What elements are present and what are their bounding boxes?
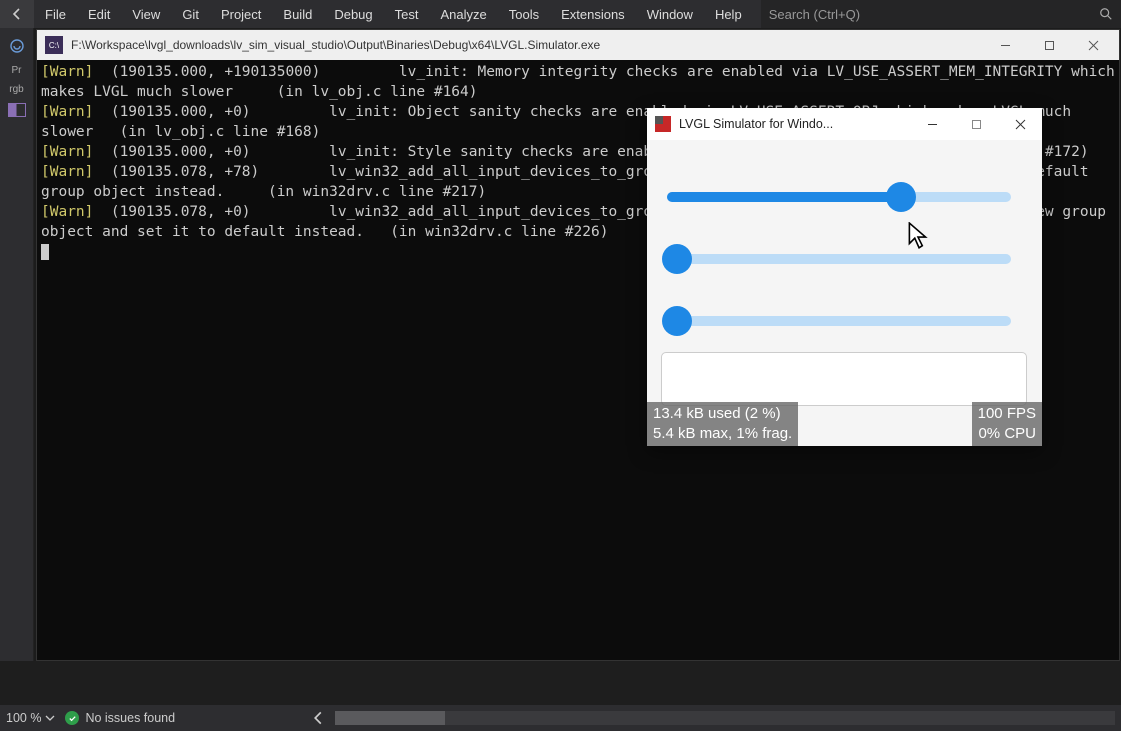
menu-view[interactable]: View	[121, 0, 171, 28]
side-gutter: Pr rgb	[0, 28, 34, 699]
sim-perf-hud: 100 FPS 0% CPU	[972, 402, 1042, 446]
menu-help[interactable]: Help	[704, 0, 753, 28]
cursor-icon	[907, 222, 929, 250]
statusbar: 100 % No issues found	[0, 705, 1121, 731]
menu-tools[interactable]: Tools	[498, 0, 550, 28]
sim-body: 13.4 kB used (2 %) 5.4 kB max, 1% frag. …	[647, 140, 1042, 446]
hud-cpu: 0% CPU	[978, 424, 1036, 444]
scrollbar-thumb[interactable]	[335, 711, 445, 725]
hud-mem-used: 13.4 kB used (2 %)	[653, 404, 792, 424]
lvgl-icon	[655, 116, 671, 132]
hud-fps: 100 FPS	[978, 404, 1036, 424]
sim-maximize-button[interactable]	[954, 108, 998, 140]
hud-mem-frag: 5.4 kB max, 1% frag.	[653, 424, 792, 444]
search-icon	[1099, 7, 1113, 21]
check-circle-icon	[65, 711, 79, 725]
slider-track	[667, 254, 1011, 264]
menu-debug[interactable]: Debug	[323, 0, 383, 28]
cmd-icon: C:\	[45, 36, 63, 54]
zoom-control[interactable]: 100 %	[6, 711, 55, 725]
gutter-tab-3[interactable]: rgb	[3, 84, 31, 95]
menu-edit[interactable]: Edit	[77, 0, 121, 28]
vs-menubar: File Edit View Git Project Build Debug T…	[0, 0, 1121, 28]
slider-2[interactable]	[667, 250, 1011, 266]
sim-textarea[interactable]	[661, 352, 1027, 406]
sim-titlebar[interactable]: LVGL Simulator for Windo...	[647, 108, 1042, 140]
sim-minimize-button[interactable]	[910, 108, 954, 140]
global-search-input[interactable]: Search (Ctrl+Q)	[761, 0, 1121, 28]
console-titlebar[interactable]: C:\ F:\Workspace\lvgl_downloads\lv_sim_v…	[37, 30, 1119, 60]
slider-knob[interactable]	[662, 306, 692, 336]
menu-git[interactable]: Git	[171, 0, 210, 28]
menu-test[interactable]: Test	[384, 0, 430, 28]
console-minimize-button[interactable]	[983, 30, 1027, 60]
sim-close-button[interactable]	[998, 108, 1042, 140]
lvgl-simulator-window: LVGL Simulator for Windo... 13.4 k	[647, 108, 1042, 446]
menu-build[interactable]: Build	[272, 0, 323, 28]
search-placeholder: Search (Ctrl+Q)	[769, 7, 860, 22]
sim-memory-hud: 13.4 kB used (2 %) 5.4 kB max, 1% frag.	[647, 402, 798, 446]
slider-fill	[667, 192, 901, 202]
gutter-tab-1[interactable]	[3, 38, 31, 57]
chevron-down-icon	[45, 713, 55, 723]
sim-title: LVGL Simulator for Windo...	[679, 117, 910, 131]
gutter-tab-4[interactable]	[3, 103, 31, 120]
zoom-value: 100 %	[6, 711, 41, 725]
scroll-left-button[interactable]	[311, 711, 325, 725]
menu-window[interactable]: Window	[636, 0, 704, 28]
horizontal-scrollbar[interactable]	[335, 711, 1115, 725]
issues-text: No issues found	[85, 711, 175, 725]
menu-extensions[interactable]: Extensions	[550, 0, 636, 28]
editor-background	[0, 661, 1121, 705]
menu-file[interactable]: File	[34, 0, 77, 28]
menu-analyze[interactable]: Analyze	[429, 0, 497, 28]
console-maximize-button[interactable]	[1027, 30, 1071, 60]
menu-project[interactable]: Project	[210, 0, 272, 28]
gutter-tab-2[interactable]: Pr	[3, 65, 31, 76]
console-close-button[interactable]	[1071, 30, 1115, 60]
slider-3[interactable]	[667, 312, 1011, 328]
slider-track	[667, 316, 1011, 326]
nav-back-button[interactable]	[0, 0, 34, 28]
issues-indicator[interactable]: No issues found	[65, 711, 175, 725]
slider-knob[interactable]	[886, 182, 916, 212]
console-title: F:\Workspace\lvgl_downloads\lv_sim_visua…	[71, 38, 983, 52]
slider-knob[interactable]	[662, 244, 692, 274]
slider-1[interactable]	[667, 188, 1011, 204]
